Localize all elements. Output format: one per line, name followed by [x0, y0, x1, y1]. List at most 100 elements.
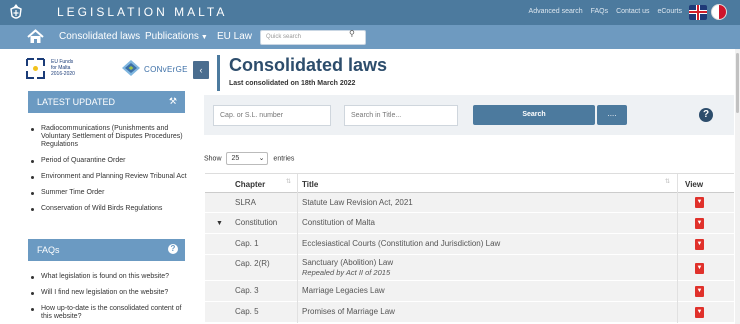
- faq-item[interactable]: What legislation is found on this websit…: [28, 273, 188, 281]
- column-divider: [677, 281, 678, 302]
- nav-eu-law[interactable]: EU Law: [217, 31, 252, 42]
- search-panel: Cap. or S.L. number Search in Title...: [204, 95, 734, 135]
- top-links: Advanced search FAQs Contact us eCourts: [523, 8, 682, 15]
- table-header-row: Chapter ⇅ Title ⇅ View: [205, 173, 734, 194]
- maltese-flag-icon[interactable]: [711, 4, 727, 20]
- title-cell[interactable]: Constitution of Malta: [302, 218, 375, 227]
- latest-item[interactable]: Conservation of Wild Birds Regulations: [28, 205, 188, 213]
- title-cell[interactable]: Marriage Legacies Law: [302, 286, 385, 295]
- eu-funds-text: EU Funds for Malta 2016-2020: [51, 59, 75, 77]
- title-cell[interactable]: Sanctuary (Abolition) Law Repealed by Ac…: [302, 258, 393, 277]
- chapter-cell: Cap. 1: [235, 239, 259, 248]
- laws-table: Chapter ⇅ Title ⇅ View SLRA Statute Law …: [205, 173, 734, 323]
- chevron-left-icon: ‹: [199, 65, 203, 75]
- scroll-thumb[interactable]: [736, 53, 739, 113]
- title-accent-bar: [217, 55, 220, 91]
- column-divider: [677, 193, 678, 213]
- title-search-input[interactable]: Search in Title...: [344, 105, 458, 126]
- table-row[interactable]: Cap. 3 Marriage Legacies Law ▼: [205, 281, 734, 302]
- column-divider: [677, 174, 678, 194]
- column-divider: [297, 234, 298, 255]
- table-row[interactable]: SLRA Statute Law Revision Act, 2021 ▼: [205, 193, 734, 213]
- title-cell[interactable]: Statute Law Revision Act, 2021: [302, 198, 413, 207]
- advanced-search-link[interactable]: Advanced search: [529, 8, 583, 15]
- table-row[interactable]: Cap. 2(R) Sanctuary (Abolition) Law Repe…: [205, 255, 734, 281]
- faqs-link[interactable]: FAQs: [591, 8, 609, 15]
- pdf-icon[interactable]: ▼: [695, 197, 704, 208]
- ecourts-link[interactable]: eCourts: [657, 8, 682, 15]
- nav-publications-label: Publications: [145, 31, 199, 42]
- entries-control: Show 25 ⌄ entries: [204, 152, 294, 165]
- repeal-note: Repealed by Act II of 2015: [302, 268, 391, 277]
- title-cell-text: Sanctuary (Abolition) Law: [302, 258, 394, 267]
- sort-icon[interactable]: ⇅: [286, 178, 291, 185]
- malta-emblem-icon: [10, 4, 22, 19]
- chevron-down-icon: ⌄: [258, 155, 265, 162]
- entries-value: 25: [231, 155, 240, 162]
- converge-logo-text: CONvErGE: [144, 65, 188, 74]
- home-icon[interactable]: [27, 29, 44, 44]
- nav-publications[interactable]: Publications ▼: [145, 31, 208, 42]
- search-icon[interactable]: ⚲: [349, 29, 355, 38]
- table-row[interactable]: ▼ Constitution Constitution of Malta ▼: [205, 213, 734, 234]
- faqs-title: FAQs: [37, 245, 60, 255]
- latest-updated-header: LATEST UPDATED ⚒: [28, 91, 185, 113]
- converge-logo-icon: [122, 60, 140, 76]
- collapse-sidebar-button[interactable]: ‹: [193, 61, 209, 79]
- english-flag-icon[interactable]: [689, 5, 707, 20]
- partner-logos: EU Funds for Malta 2016-2020 CONvErGE: [24, 49, 190, 91]
- latest-item[interactable]: Environment and Planning Review Tribunal…: [28, 173, 188, 181]
- title-column-header[interactable]: Title: [302, 180, 318, 189]
- show-label: Show: [204, 155, 222, 163]
- column-divider: [677, 213, 678, 234]
- cap-number-input[interactable]: Cap. or S.L. number: [213, 105, 331, 126]
- page-subtitle: Last consolidated on 18th March 2022: [229, 80, 356, 87]
- pdf-icon[interactable]: ▼: [695, 286, 704, 297]
- chapter-cell: SLRA: [235, 198, 256, 207]
- column-divider: [677, 255, 678, 281]
- faq-item[interactable]: How up-to-date is the consolidated conte…: [28, 305, 188, 321]
- column-divider: [297, 174, 298, 194]
- nav-consolidated-laws[interactable]: Consolidated laws: [59, 31, 140, 42]
- latest-item[interactable]: Summer Time Order: [28, 189, 188, 197]
- table-row[interactable]: Cap. 1 Ecclesiastical Courts (Constituti…: [205, 234, 734, 255]
- chapter-column-header[interactable]: Chapter: [235, 180, 265, 189]
- chapter-cell: Cap. 3: [235, 286, 259, 295]
- pdf-icon[interactable]: ▼: [695, 263, 704, 274]
- column-divider: [297, 255, 298, 281]
- latest-item[interactable]: Radiocommunications (Punishments and Vol…: [28, 125, 188, 149]
- chapter-cell: Constitution: [235, 218, 278, 227]
- column-divider: [297, 302, 298, 323]
- latest-updated-title: LATEST UPDATED: [37, 97, 116, 107]
- search-button[interactable]: Search: [473, 105, 595, 125]
- caret-down-icon: ▼: [200, 34, 208, 41]
- faqs-list: What legislation is found on this websit…: [28, 273, 188, 324]
- column-divider: [677, 302, 678, 323]
- sort-icon[interactable]: ⇅: [665, 178, 670, 185]
- eu-funds-line-3: 2016-2020: [51, 71, 75, 77]
- entries-select[interactable]: 25 ⌄: [226, 152, 269, 165]
- help-icon[interactable]: ?: [699, 108, 713, 122]
- entries-label: entries: [273, 155, 295, 163]
- pdf-icon[interactable]: ▼: [695, 307, 704, 318]
- top-bar: LEGISLATION MALTA Advanced search FAQs C…: [0, 0, 740, 25]
- faqs-header: FAQs ?: [28, 239, 185, 261]
- table-row[interactable]: Cap. 5 Promises of Marriage Law ▼: [205, 302, 734, 323]
- column-divider: [297, 193, 298, 213]
- site-title[interactable]: LEGISLATION MALTA: [57, 5, 227, 19]
- view-column-header: View: [685, 180, 704, 189]
- chapter-cell: Cap. 5: [235, 307, 259, 316]
- title-cell[interactable]: Promises of Marriage Law: [302, 307, 395, 316]
- latest-item[interactable]: Period of Quarantine Order: [28, 157, 188, 165]
- page-scrollbar[interactable]: [735, 49, 740, 324]
- chapter-cell: Cap. 2(R): [235, 259, 270, 268]
- pdf-icon[interactable]: ▼: [695, 218, 704, 229]
- contact-us-link[interactable]: Contact us: [616, 8, 649, 15]
- expand-caret-icon[interactable]: ▼: [216, 220, 223, 227]
- faq-item[interactable]: Will I find new legislation on the websi…: [28, 289, 188, 297]
- more-options-button[interactable]: ....: [597, 105, 627, 125]
- main-nav: Consolidated laws Publications ▼ EU Law Q…: [0, 25, 740, 49]
- pdf-icon[interactable]: ▼: [695, 239, 704, 250]
- wrench-icon: ⚒: [168, 96, 177, 106]
- title-cell[interactable]: Ecclesiastical Courts (Constitution and …: [302, 239, 500, 248]
